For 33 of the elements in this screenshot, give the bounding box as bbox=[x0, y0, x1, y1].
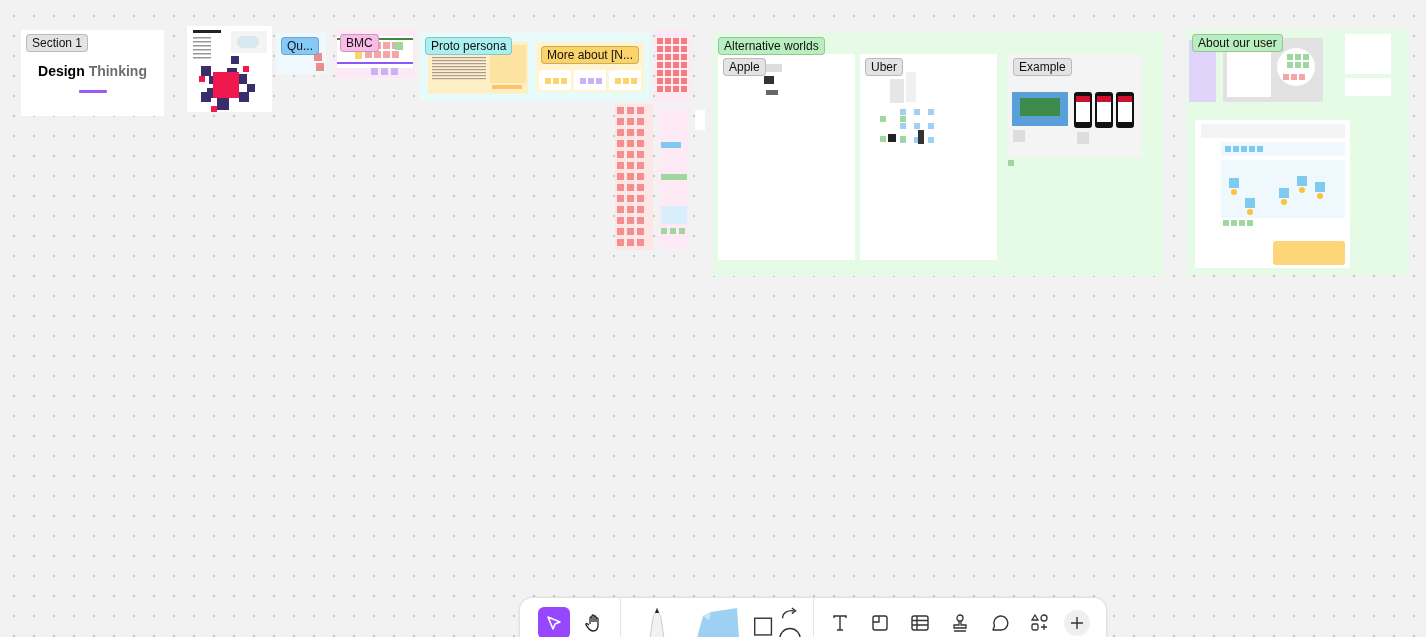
frame-label[interactable]: Alternative worlds bbox=[718, 37, 825, 55]
diagram-drawing bbox=[231, 31, 267, 53]
plus-icon bbox=[1070, 616, 1084, 630]
select-tool[interactable] bbox=[538, 607, 570, 637]
section-icon bbox=[871, 614, 889, 632]
frame-label[interactable]: Apple bbox=[723, 58, 766, 76]
frame-label[interactable]: Example bbox=[1013, 58, 1072, 76]
table-icon bbox=[910, 614, 930, 632]
stamp-icon bbox=[951, 613, 969, 633]
notes-drawing bbox=[1345, 34, 1391, 96]
frame-label[interactable]: Uber bbox=[865, 58, 903, 76]
text-icon bbox=[831, 614, 849, 632]
frame-label[interactable]: More about [N... bbox=[541, 46, 640, 64]
text-lines-drawing bbox=[193, 30, 221, 59]
sticky-notes-drawing bbox=[314, 53, 324, 71]
blocks-drawing bbox=[199, 56, 255, 112]
frame-label[interactable]: Proto persona bbox=[425, 37, 513, 55]
select-tool-icon bbox=[545, 614, 563, 632]
note bbox=[695, 110, 705, 130]
more-tools-button[interactable] bbox=[1064, 610, 1090, 636]
comment-icon bbox=[990, 613, 1010, 633]
sticky-notes-drawing bbox=[655, 30, 691, 102]
frame-label[interactable]: Qu... bbox=[281, 37, 319, 55]
section-label[interactable]: Section 1 bbox=[26, 34, 89, 52]
title-text: Thinking bbox=[88, 63, 147, 79]
subtitle-line bbox=[79, 90, 107, 93]
screenshots-drawing bbox=[880, 72, 934, 144]
widgets-icon bbox=[1030, 613, 1050, 633]
sticky-note bbox=[1008, 160, 1014, 166]
frame-label[interactable]: About our user bbox=[1192, 34, 1283, 52]
screenshots-drawing bbox=[764, 64, 782, 95]
title-text: Design bbox=[38, 63, 85, 79]
frame-label[interactable]: BMC bbox=[340, 34, 379, 52]
